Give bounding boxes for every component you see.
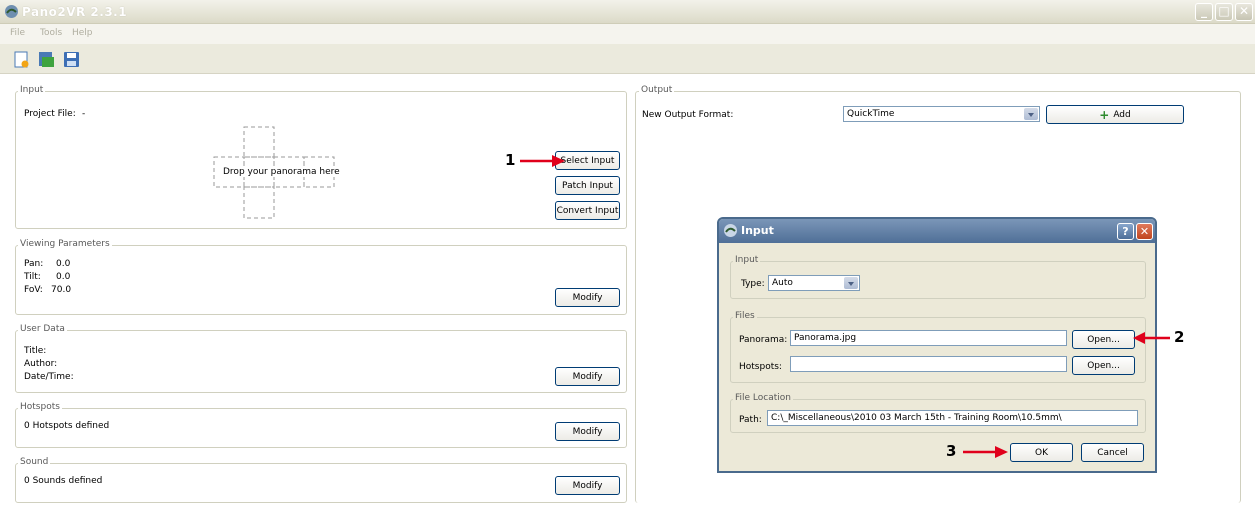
convert-input-button[interactable]: Convert Input bbox=[555, 201, 620, 220]
hotspots-label: Hotspots: bbox=[739, 362, 782, 372]
input-group-title: Input bbox=[18, 85, 46, 95]
author-label: Author: bbox=[24, 359, 58, 369]
pan-value: 0.0 bbox=[56, 259, 71, 269]
viewing-parameters-title: Viewing Parameters bbox=[18, 239, 112, 249]
output-format-value: QuickTime bbox=[847, 109, 895, 119]
open-project-icon[interactable] bbox=[38, 51, 55, 68]
path-field[interactable]: C:\_Miscellaneous\2010 03 March 15th - T… bbox=[767, 410, 1138, 426]
hotspots-open-button[interactable]: Open... bbox=[1072, 356, 1135, 375]
save-project-icon[interactable] bbox=[63, 51, 80, 68]
minimize-button[interactable]: _ bbox=[1195, 3, 1213, 21]
output-group-title: Output bbox=[639, 85, 675, 95]
sound-modify-button[interactable]: Modify bbox=[555, 476, 620, 495]
ok-button[interactable]: OK bbox=[1010, 443, 1073, 462]
annotation-3: 3 bbox=[946, 442, 957, 460]
fov-value: 70.0 bbox=[51, 285, 72, 295]
menu-file[interactable]: File bbox=[10, 28, 25, 38]
window-title: Pano2VR 2.3.1 bbox=[22, 5, 128, 19]
dialog-input-section-title: Input bbox=[733, 255, 761, 265]
dialog-title: Input bbox=[741, 224, 774, 237]
patch-input-button[interactable]: Patch Input bbox=[555, 176, 620, 195]
annotation-2: 2 bbox=[1174, 328, 1185, 346]
app-logo-icon bbox=[724, 224, 737, 237]
red-arrow-icon bbox=[520, 155, 565, 167]
close-icon[interactable]: ✕ bbox=[1136, 223, 1153, 240]
tilt-value: 0.0 bbox=[56, 272, 71, 282]
menu-tools[interactable]: Tools bbox=[40, 28, 62, 38]
viewing-modify-button[interactable]: Modify bbox=[555, 288, 620, 307]
dialog-location-section-title: File Location bbox=[733, 393, 793, 403]
project-file-label: Project File: bbox=[24, 109, 76, 119]
new-project-icon[interactable] bbox=[13, 51, 30, 68]
sounds-status: 0 Sounds defined bbox=[24, 476, 103, 486]
help-icon[interactable]: ? bbox=[1117, 223, 1134, 240]
close-button[interactable]: ✕ bbox=[1235, 3, 1253, 21]
panorama-field[interactable]: Panorama.jpg bbox=[790, 330, 1067, 346]
menu-bar bbox=[0, 24, 1255, 44]
output-format-select[interactable]: QuickTime bbox=[843, 106, 1040, 122]
panorama-label: Panorama: bbox=[739, 335, 788, 345]
annotation-1: 1 bbox=[505, 151, 516, 169]
type-select[interactable]: Auto bbox=[768, 275, 860, 291]
add-output-label: Add bbox=[1113, 109, 1131, 120]
type-label: Type: bbox=[741, 279, 765, 289]
sound-title: Sound bbox=[18, 457, 51, 467]
output-format-label: New Output Format: bbox=[642, 110, 734, 120]
dialog-titlebar bbox=[719, 219, 1155, 243]
tilt-label: Tilt: bbox=[24, 272, 41, 282]
plus-icon: + bbox=[1099, 107, 1110, 122]
hotspots-modify-button[interactable]: Modify bbox=[555, 422, 620, 441]
input-dialog: Input ? ✕ Input Type: Auto Files Panoram… bbox=[717, 217, 1157, 473]
app-logo-icon bbox=[5, 5, 18, 18]
title-label: Title: bbox=[24, 346, 47, 356]
drop-panorama-text: Drop your panorama here bbox=[223, 167, 340, 177]
path-label: Path: bbox=[739, 415, 762, 425]
user-data-modify-button[interactable]: Modify bbox=[555, 367, 620, 386]
hotspots-status: 0 Hotspots defined bbox=[24, 421, 110, 431]
window-titlebar bbox=[0, 0, 1255, 24]
menu-help[interactable]: Help bbox=[72, 28, 93, 38]
viewing-parameters-group bbox=[15, 245, 627, 315]
hotspots-field[interactable] bbox=[790, 356, 1067, 372]
add-output-button[interactable]: + Add bbox=[1046, 105, 1184, 124]
pan-label: Pan: bbox=[24, 259, 44, 269]
cancel-button[interactable]: Cancel bbox=[1081, 443, 1144, 462]
chevron-down-icon[interactable] bbox=[844, 277, 858, 289]
user-data-group bbox=[15, 330, 627, 393]
chevron-down-icon[interactable] bbox=[1024, 108, 1038, 120]
red-arrow-icon bbox=[963, 446, 1008, 458]
user-data-title: User Data bbox=[18, 324, 67, 334]
datetime-label: Date/Time: bbox=[24, 372, 74, 382]
red-arrow-icon bbox=[1133, 332, 1170, 344]
sound-group bbox=[15, 463, 627, 503]
fov-label: FoV: bbox=[24, 285, 43, 295]
dialog-files-section-title: Files bbox=[733, 311, 757, 321]
toolbar bbox=[0, 44, 1255, 74]
panorama-open-button[interactable]: Open... bbox=[1072, 330, 1135, 349]
project-file-value: - bbox=[82, 109, 86, 119]
type-value: Auto bbox=[772, 278, 793, 288]
maximize-button[interactable]: □ bbox=[1215, 3, 1233, 21]
hotspots-title: Hotspots bbox=[18, 402, 62, 412]
